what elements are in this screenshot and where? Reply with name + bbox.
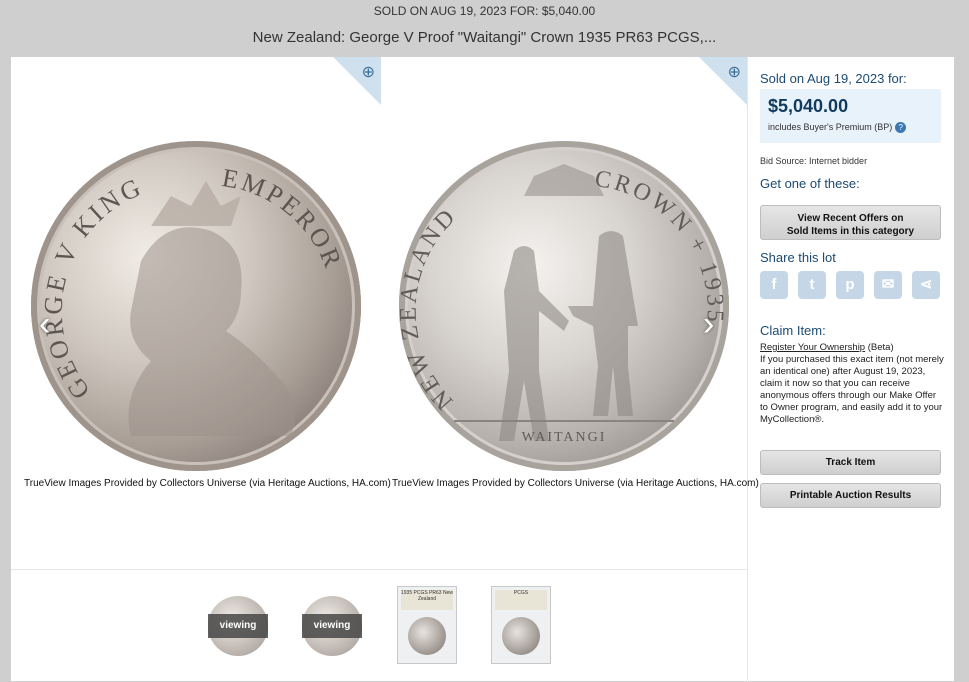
svg-text:GEORGE V KING: GEORGE V KING — [39, 172, 148, 405]
pinterest-icon[interactable]: p — [836, 271, 864, 299]
slab-coin-image — [502, 617, 540, 655]
lot-title: New Zealand: George V Proof "Waitangi" C… — [252, 29, 717, 46]
claim-body: Register Your Ownership (Beta) If you pu… — [760, 342, 944, 426]
obverse-coin-image[interactable]: GEORGE V KING EMPEROR — [31, 141, 361, 471]
register-ownership-link[interactable]: Register Your Ownership — [760, 342, 865, 353]
sold-heading: Sold on Aug 19, 2023 for: — [760, 71, 907, 86]
buyers-premium-note: includes Buyer's Premium (BP)? — [768, 122, 907, 133]
image-caption-right: TrueView Images Provided by Collectors U… — [392, 478, 759, 489]
slab-label: PCGS — [495, 590, 547, 610]
image-viewer: GEORGE V KING EMPEROR NEW ZEA — [11, 57, 759, 569]
sold-price: $5,040.00 — [768, 96, 849, 116]
sold-banner: SOLD ON AUG 19, 2023 FOR: $5,040.00 — [373, 4, 596, 18]
view-recent-offers-button[interactable]: View Recent Offers on Sold Items in this… — [760, 205, 941, 240]
reverse-exergue: WAITANGI — [522, 430, 607, 445]
printable-results-button[interactable]: Printable Auction Results — [760, 483, 941, 508]
share-heading: Share this lot — [760, 250, 836, 265]
price-box: $5,040.00 includes Buyer's Premium (BP)? — [760, 89, 941, 143]
thumbnail-slab-front[interactable]: 1935 PCGS PR63 New Zealand — [397, 586, 457, 664]
share-buttons: f t p ✉ ⋖ — [760, 271, 941, 301]
thumbnail-strip — [11, 569, 748, 682]
image-caption-left: TrueView Images Provided by Collectors U… — [24, 478, 391, 489]
bid-source: Bid Source: Internet bidder — [760, 156, 868, 166]
slab-label: 1935 PCGS PR63 New Zealand — [401, 590, 453, 610]
track-item-button[interactable]: Track Item — [760, 450, 941, 475]
help-icon[interactable]: ? — [895, 122, 907, 133]
obverse-legend-left: GEORGE V KING — [39, 172, 145, 405]
reverse-legend-left: NEW ZEALAND — [399, 203, 459, 415]
offers-button-line1: View Recent Offers on — [797, 213, 904, 224]
email-icon[interactable]: ✉ — [874, 271, 902, 299]
viewing-badge: viewing — [302, 614, 362, 638]
thumbnail-reverse[interactable]: viewing — [302, 586, 362, 664]
reverse-coin-image[interactable]: NEW ZEALAND CROWN + 1935 WAITANGI — [399, 141, 729, 471]
claim-text: If you purchased this exact item (not me… — [760, 354, 944, 425]
next-image-arrow-icon[interactable]: › — [703, 305, 714, 344]
zoom-reverse-button[interactable]: ⊕ — [699, 57, 747, 105]
thumbnail-obverse[interactable]: viewing — [208, 586, 268, 664]
offers-button-line2: Sold Items in this category — [786, 226, 915, 237]
obverse-legend-right: EMPEROR — [220, 163, 345, 274]
zoom-in-icon: ⊕ — [727, 64, 741, 81]
svg-text:EMPEROR: EMPEROR — [220, 163, 348, 274]
zoom-obverse-button[interactable]: ⊕ — [333, 57, 381, 105]
beta-label: (Beta) — [865, 342, 894, 353]
slab-coin-image — [408, 617, 446, 655]
twitter-icon[interactable]: t — [798, 271, 826, 299]
zoom-in-icon: ⊕ — [361, 64, 375, 81]
viewing-badge: viewing — [208, 614, 268, 638]
svg-text:NEW ZEALAND: NEW ZEALAND — [399, 203, 462, 415]
get-one-heading: Get one of these: — [760, 176, 860, 191]
bp-text: includes Buyer's Premium (BP) — [768, 122, 893, 132]
facebook-icon[interactable]: f — [760, 271, 788, 299]
share-icon[interactable]: ⋖ — [912, 271, 940, 299]
prev-image-arrow-icon[interactable]: ‹ — [39, 305, 50, 344]
claim-heading: Claim Item: — [760, 323, 826, 338]
thumbnail-slab-back[interactable]: PCGS — [491, 586, 551, 664]
lot-panel: GEORGE V KING EMPEROR NEW ZEA — [11, 57, 954, 682]
